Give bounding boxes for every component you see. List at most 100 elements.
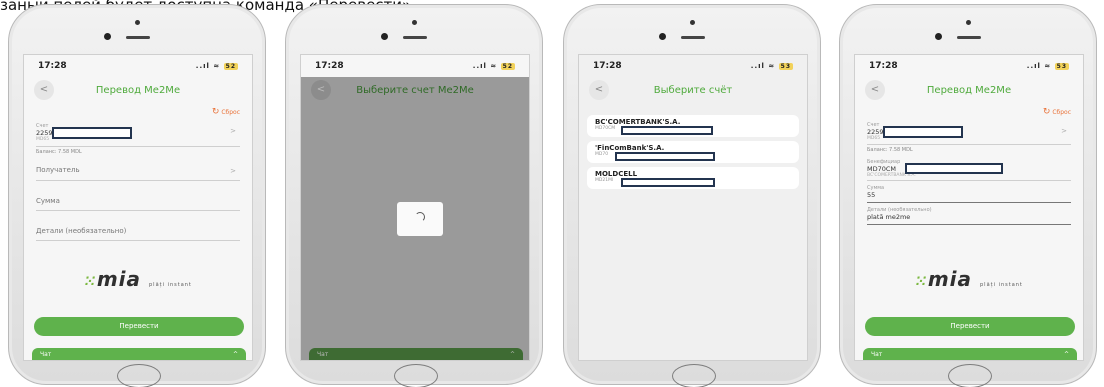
logo-dots-icon: ⁙ — [84, 274, 97, 290]
status-icons: ..ıl ≈ 53 — [751, 62, 793, 70]
screen-header: < Перевод Me2Me — [24, 77, 252, 103]
mia-logo: ⁙mia plăți instant — [24, 267, 252, 291]
status-bar: 17:28 ..ıl ≈ 52 — [24, 55, 252, 77]
page-title: Выберите счет Me2Me — [356, 84, 474, 96]
home-button[interactable] — [394, 364, 438, 387]
screen-header: < Выберите счёт — [579, 77, 807, 103]
account-field[interactable]: Счет 2259 MD65 > — [36, 119, 240, 147]
back-button[interactable]: < — [34, 80, 54, 100]
phone-1-screen: 17:28 ..ıl ≈ 52 < Перевод Me2Me ↻ Сброс … — [23, 54, 253, 361]
mia-logo: ⁙mia plăți instant — [855, 267, 1083, 291]
status-bar: 17:28 ..ıl ≈ 52 — [301, 55, 529, 77]
phone-4-top — [840, 15, 1096, 55]
transfer-button[interactable]: Перевести — [34, 317, 244, 336]
status-time: 17:28 — [869, 61, 898, 71]
chat-label: Чат — [40, 351, 52, 358]
account-option[interactable]: BC'COMERTBANK'S.A. MD70CM — [587, 115, 799, 137]
chevron-up-icon: ^ — [232, 351, 238, 358]
sensor-icon — [135, 20, 140, 25]
account-bank-name: BC'COMERTBANK'S.A. — [595, 118, 681, 126]
chevron-up-icon: ^ — [509, 351, 515, 358]
logo-tagline: plăți instant — [980, 282, 1023, 288]
status-icons: ..ıl ≈ 52 — [196, 62, 238, 70]
chat-label: Чат — [871, 351, 883, 358]
chat-label: Чат — [317, 351, 329, 358]
phone-3-frame: 17:28 ..ıl ≈ 53 < Выберите счёт BC'COMER… — [563, 4, 821, 387]
redaction-box — [52, 127, 132, 139]
back-button[interactable]: < — [311, 80, 331, 100]
redaction-box — [905, 163, 1003, 174]
phone-3-screen: 17:28 ..ıl ≈ 53 < Выберите счёт BC'COMER… — [578, 54, 808, 361]
home-button[interactable] — [672, 364, 716, 387]
phone-1-top — [9, 15, 265, 55]
account-field[interactable]: Счет 2259 MD65 > — [867, 119, 1071, 145]
camera-icon — [935, 33, 942, 40]
screenshot-stage: заныи пелей будет доступна команда «Пере… — [0, 0, 1104, 387]
refresh-icon: ↻ — [211, 107, 220, 117]
spinner-icon — [415, 212, 425, 222]
details-placeholder: Детали (необязательно) — [36, 227, 127, 235]
page-title: Выберите счёт — [653, 84, 733, 96]
status-icons: ..ıl ≈ 53 — [1027, 62, 1069, 70]
home-button[interactable] — [117, 364, 161, 387]
logo-dots-icon: ⁙ — [915, 274, 928, 290]
chat-bar[interactable]: Чат ^ — [32, 348, 246, 360]
phone-2-top — [286, 15, 542, 55]
back-button[interactable]: < — [865, 80, 885, 100]
account-bank-name: 'FinComBank'S.A. — [595, 144, 665, 152]
redaction-box — [621, 126, 713, 135]
home-button[interactable] — [948, 364, 992, 387]
chat-bar[interactable]: Чат ^ — [863, 348, 1077, 360]
battery-icon: 53 — [778, 63, 793, 70]
recipient-field[interactable]: Получатель > — [36, 155, 240, 181]
details-field[interactable]: Детали (необязательно) — [36, 211, 240, 241]
amount-field[interactable]: Сумма — [36, 181, 240, 211]
details-field[interactable]: Детали (необязательно) plată me2me — [867, 203, 1071, 225]
redaction-box — [621, 178, 715, 187]
camera-icon — [104, 33, 111, 40]
amount-field[interactable]: Сумма 55 — [867, 181, 1071, 203]
sensor-icon — [966, 20, 971, 25]
status-time: 17:28 — [315, 61, 344, 71]
status-icons: ..ıl ≈ 52 — [473, 62, 515, 70]
battery-icon: 52 — [223, 63, 238, 70]
reset-row: ↻ Сброс — [24, 103, 252, 119]
reset-label: Сброс — [221, 109, 240, 116]
phone-4-frame: 17:28 ..ıl ≈ 53 < Перевод Me2Me ↻ Сброс … — [839, 4, 1097, 387]
logo-tagline: plăți instant — [149, 282, 192, 288]
account-bank-name: MOLDCELL — [595, 170, 638, 178]
transfer-button[interactable]: Перевести — [865, 317, 1075, 336]
signal-icon: ..ıl ≈ — [1026, 62, 1052, 70]
chat-bar[interactable]: Чат ^ — [309, 348, 523, 360]
phone-1-frame: 17:28 ..ıl ≈ 52 < Перевод Me2Me ↻ Сброс … — [8, 4, 266, 387]
speaker-icon — [957, 36, 981, 39]
signal-icon: ..ıl ≈ — [750, 62, 776, 70]
camera-icon — [659, 33, 666, 40]
status-time: 17:28 — [593, 61, 622, 71]
battery-icon: 52 — [500, 63, 515, 70]
status-bar: 17:28 ..ıl ≈ 53 — [579, 55, 807, 77]
page-title: Перевод Me2Me — [95, 84, 181, 96]
sensor-icon — [412, 20, 417, 25]
account-option[interactable]: MOLDCELL MD21MI — [587, 167, 799, 189]
phone-3-top — [564, 15, 820, 55]
recipient-field[interactable]: Бенефициар MD70CM BC'COMERTBANK'S.A. — [867, 153, 1071, 181]
account-option[interactable]: 'FinComBank'S.A. MD70 — [587, 141, 799, 163]
redaction-box — [615, 152, 715, 161]
chevron-right-icon: > — [1061, 127, 1067, 135]
battery-icon: 53 — [1054, 63, 1069, 70]
chevron-up-icon: ^ — [1063, 351, 1069, 358]
status-bar: 17:28 ..ıl ≈ 53 — [855, 55, 1083, 77]
reset-button[interactable]: ↻ Сброс — [1043, 107, 1071, 117]
speaker-icon — [403, 36, 427, 39]
reset-label: Сброс — [1052, 109, 1071, 116]
back-button[interactable]: < — [589, 80, 609, 100]
phone-2-screen: 17:28 ..ıl ≈ 52 < Выберите счет Me2Me Ча… — [300, 54, 530, 361]
signal-icon: ..ıl ≈ — [472, 62, 498, 70]
reset-button[interactable]: ↻ Сброс — [212, 107, 240, 117]
loading-dialog — [397, 202, 443, 236]
recipient-placeholder: Получатель — [36, 166, 80, 174]
screen-header: < Перевод Me2Me — [855, 77, 1083, 103]
chevron-right-icon: > — [230, 167, 236, 175]
